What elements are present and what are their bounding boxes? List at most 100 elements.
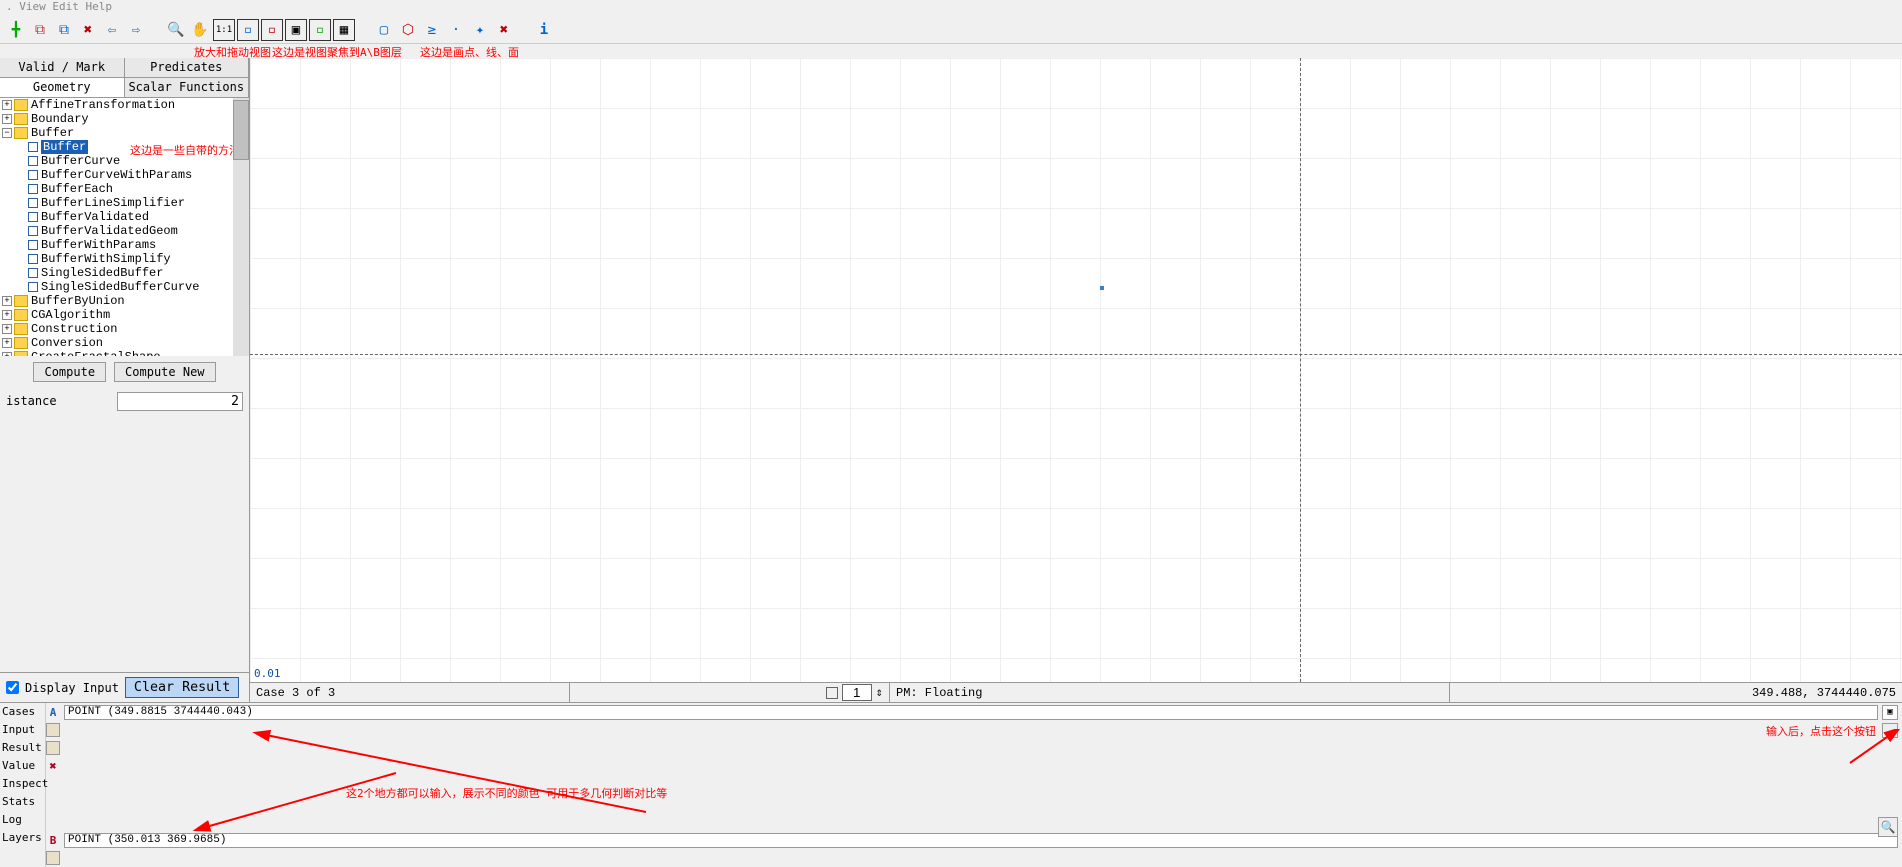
one-to-one-icon[interactable]: 1:1 — [213, 19, 235, 41]
param-label: istance — [6, 394, 117, 408]
b-format-icon[interactable] — [46, 851, 60, 865]
nav-log[interactable]: Log — [0, 811, 45, 829]
zoom-b-icon[interactable]: ▫ — [261, 19, 283, 41]
prev-icon[interactable]: ⇦ — [101, 19, 123, 41]
compute-button[interactable]: Compute — [33, 362, 106, 382]
canvas-status-bar: Case 3 of 3 ⇕ PM: Floating 349.488, 3744… — [250, 682, 1902, 702]
tree-leaf-buffervalidatedgeom[interactable]: BufferValidatedGeom — [0, 224, 249, 238]
nav-input[interactable]: Input — [0, 721, 45, 739]
tree-node-boundary[interactable]: +Boundary — [0, 112, 249, 126]
bottom-panel: Cases Input Result Value Inspect Stats L… — [0, 702, 1902, 867]
canvas-area: 0.01 Case 3 of 3 ⇕ PM: Floating 349.488,… — [250, 58, 1902, 702]
bottom-nav: Cases Input Result Value Inspect Stats L… — [0, 703, 46, 867]
binoculars-icon[interactable]: 🔍 — [1878, 817, 1898, 837]
arrow-2-icon — [166, 767, 416, 837]
copy-icon[interactable]: ⧉ — [29, 19, 51, 41]
tree-leaf-buffercurvewithparams[interactable]: BufferCurveWithParams — [0, 168, 249, 182]
main-area: Valid / Mark Predicates Geometry Functio… — [0, 58, 1902, 702]
arrow-3-icon — [1844, 729, 1900, 769]
tree-leaf-bufferlinesimplifier[interactable]: BufferLineSimplifier — [0, 196, 249, 210]
tab-scalar-functions[interactable]: Scalar Functions — [125, 78, 250, 97]
tree-node-buffer[interactable]: −Buffer — [0, 126, 249, 140]
tree-node-affinetransformation[interactable]: +AffineTransformation — [0, 98, 249, 112]
draw-point-icon[interactable]: · — [445, 19, 467, 41]
left-panel: Valid / Mark Predicates Geometry Functio… — [0, 58, 250, 702]
tree-scrollbar[interactable] — [233, 98, 249, 356]
tree-node-construction[interactable]: +Construction — [0, 322, 249, 336]
map-canvas[interactable]: 0.01 — [250, 58, 1902, 682]
badge-b: B — [46, 833, 60, 847]
nav-stats[interactable]: Stats — [0, 793, 45, 811]
nav-value[interactable]: Value — [0, 757, 45, 775]
a-format-icon-2[interactable] — [46, 741, 60, 755]
draw-poly-icon[interactable]: ⬡ — [397, 19, 419, 41]
main-toolbar: ╋ ⧉ ⧉ ✖ ⇦ ⇨ 🔍 ✋ 1:1 ▫ ▫ ▣ ▫ ▦ ▢ ⬡ ≥ · ✦ … — [0, 16, 1902, 44]
param-distance-input[interactable] — [117, 392, 243, 411]
tree-leaf-buffervalidated[interactable]: BufferValidated — [0, 210, 249, 224]
display-input-checkbox[interactable] — [6, 681, 19, 694]
input-row-b-tool — [46, 849, 1902, 867]
status-pm: PM: Floating — [890, 683, 1450, 702]
tab-row-2: Geometry Functions Scalar Functions — [0, 78, 249, 98]
clear-a-icon[interactable]: ✖ — [46, 759, 60, 773]
status-checkbox[interactable] — [826, 687, 838, 699]
nav-cases[interactable]: Cases — [0, 703, 45, 721]
tab-predicates[interactable]: Predicates — [125, 58, 250, 77]
clear-result-button[interactable]: Clear Result — [125, 677, 239, 698]
compute-button-row: Compute Compute New — [0, 356, 249, 388]
status-case: Case 3 of 3 — [250, 683, 570, 702]
axis-horizontal — [250, 354, 1902, 355]
display-controls: Display Input Clear Result — [0, 672, 249, 702]
tab-geometry-functions[interactable]: Geometry Functions — [0, 78, 125, 97]
draw-line-icon[interactable]: ≥ — [421, 19, 443, 41]
tree-leaf-bufferwithsimplify[interactable]: BufferWithSimplify — [0, 252, 249, 266]
zoom-ab-icon[interactable]: ▣ — [285, 19, 307, 41]
tree-node-bufferbyunion[interactable]: +BufferByUnion — [0, 294, 249, 308]
tree-leaf-singlesidedbuffer[interactable]: SingleSidedBuffer — [0, 266, 249, 280]
zoom-icon[interactable]: 🔍 — [165, 19, 187, 41]
param-row: istance — [0, 388, 249, 415]
tree-node-cgalgorithm[interactable]: +CGAlgorithm — [0, 308, 249, 322]
status-index: ⇕ — [570, 683, 890, 702]
new-icon[interactable]: ╋ — [5, 19, 27, 41]
tree-leaf-bufferwithparams[interactable]: BufferWithParams — [0, 238, 249, 252]
tree-node-conversion[interactable]: +Conversion — [0, 336, 249, 350]
display-input-label: Display Input — [25, 681, 119, 695]
nav-layers[interactable]: Layers — [0, 829, 45, 847]
paste-icon[interactable]: ⧉ — [53, 19, 75, 41]
info-icon[interactable]: i — [533, 19, 555, 41]
delete-vertex-icon[interactable]: ✖ — [493, 19, 515, 41]
load-a-button[interactable]: ▣ — [1882, 705, 1898, 720]
stepper-icon[interactable]: ⇕ — [876, 685, 883, 700]
canvas-origin-label: 0.01 — [254, 667, 281, 680]
ann-tree: 这边是一些自带的方法 — [130, 142, 240, 158]
tab-row-1: Valid / Mark Predicates — [0, 58, 249, 78]
zoom-result-icon[interactable]: ▫ — [309, 19, 331, 41]
toolbar-annotations: 放大和拖动视图 这边是视图聚焦到A\B图层 这边是画点、线、面 — [0, 44, 1902, 58]
status-index-input[interactable] — [842, 684, 872, 701]
pan-icon[interactable]: ✋ — [189, 19, 211, 41]
zoom-a-icon[interactable]: ▫ — [237, 19, 259, 41]
next-icon[interactable]: ⇨ — [125, 19, 147, 41]
io-gap: 🔍 这2个地方都可以输入，展示不同的颜色 可用于多几何判断对比等 输入后，点击这… — [46, 775, 1902, 831]
delete-icon[interactable]: ✖ — [77, 19, 99, 41]
badge-a: A — [46, 705, 60, 719]
compute-new-button[interactable]: Compute New — [114, 362, 215, 382]
input-row-a: A ▣ — [46, 703, 1902, 721]
edit-vertex-icon[interactable]: ✦ — [469, 19, 491, 41]
menu-hint: . View Edit Help — [6, 0, 112, 13]
bottom-main: A ▣ ✖ 🔍 这2个地方都可以输入，展示不同的颜色 可用于多几何判断对比等 输… — [46, 703, 1902, 867]
a-format-icon[interactable] — [46, 723, 60, 737]
nav-result[interactable]: Result — [0, 739, 45, 757]
tree-node-createfractalshape[interactable]: +CreateFractalShape — [0, 350, 249, 356]
tree-leaf-singlesidedbuffercurve[interactable]: SingleSidedBufferCurve — [0, 280, 249, 294]
zoom-full-icon[interactable]: ▦ — [333, 19, 355, 41]
tree-leaf-buffereach[interactable]: BufferEach — [0, 182, 249, 196]
tab-valid-mark[interactable]: Valid / Mark — [0, 58, 125, 77]
geometry-point-a — [1100, 286, 1104, 290]
wkt-input-a[interactable] — [64, 705, 1878, 720]
function-tree[interactable]: 这边是一些自带的方法 +AffineTransformation +Bounda… — [0, 98, 249, 356]
draw-rect-icon[interactable]: ▢ — [373, 19, 395, 41]
menu-bar[interactable]: . View Edit Help — [0, 0, 1902, 16]
nav-inspect[interactable]: Inspect — [0, 775, 45, 793]
